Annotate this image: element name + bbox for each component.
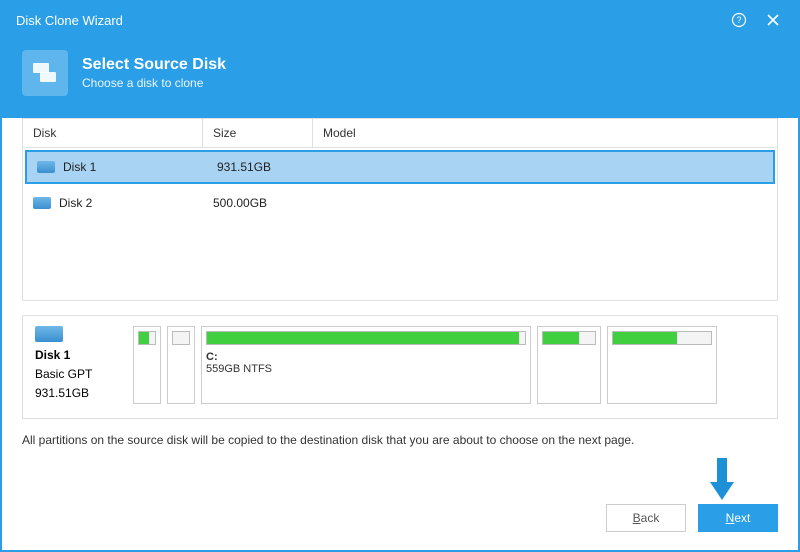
table-row[interactable]: Disk 2 500.00GB xyxy=(23,186,777,220)
disk-icon xyxy=(35,326,63,342)
partition-panel: Disk 1 Basic GPT 931.51GB C:559GB NTFS xyxy=(22,315,778,419)
table-row[interactable]: Disk 1 931.51GB xyxy=(25,150,775,184)
table-body: Disk 1 931.51GB Disk 2 500.00GB xyxy=(23,150,777,300)
partition[interactable] xyxy=(607,326,717,404)
partition[interactable]: C:559GB NTFS xyxy=(201,326,531,404)
footer: Back Next xyxy=(2,488,798,550)
svg-text:?: ? xyxy=(736,15,741,25)
disk-name-cell: Disk 2 xyxy=(59,196,92,210)
disk-table: Disk Size Model Disk 1 931.51GB Disk 2 5… xyxy=(22,118,778,301)
disk-clone-icon xyxy=(22,50,68,96)
window-title: Disk Clone Wizard xyxy=(16,13,123,28)
hint-text: All partitions on the source disk will b… xyxy=(22,433,778,447)
disk-icon xyxy=(37,161,55,173)
titlebar: Disk Clone Wizard ? xyxy=(2,2,798,38)
header-title: Select Source Disk xyxy=(82,56,226,74)
back-button[interactable]: Back xyxy=(606,504,686,532)
col-header-model[interactable]: Model xyxy=(313,119,777,147)
detail-disk-type: Basic GPT xyxy=(35,365,125,384)
disk-size-cell: 931.51GB xyxy=(207,160,317,174)
wizard-window: Disk Clone Wizard ? Select Source Disk C… xyxy=(0,0,800,552)
disk-size-cell: 500.00GB xyxy=(203,196,313,210)
partition-label: C: xyxy=(206,351,526,363)
help-icon[interactable]: ? xyxy=(728,9,750,31)
next-button[interactable]: Next xyxy=(698,504,778,532)
partition-sub: 559GB NTFS xyxy=(206,363,526,375)
partition[interactable] xyxy=(537,326,601,404)
detail-disk-size: 931.51GB xyxy=(35,384,125,403)
partition[interactable] xyxy=(133,326,161,404)
close-icon[interactable] xyxy=(762,9,784,31)
disk-detail-info: Disk 1 Basic GPT 931.51GB xyxy=(35,326,125,404)
col-header-size[interactable]: Size xyxy=(203,119,313,147)
disk-name-cell: Disk 1 xyxy=(63,160,96,174)
partition[interactable] xyxy=(167,326,195,404)
disk-icon xyxy=(33,197,51,209)
wizard-header: Select Source Disk Choose a disk to clon… xyxy=(2,38,798,118)
col-header-disk[interactable]: Disk xyxy=(23,119,203,147)
detail-disk-name: Disk 1 xyxy=(35,346,125,365)
header-subtitle: Choose a disk to clone xyxy=(82,76,226,90)
table-header: Disk Size Model xyxy=(23,119,777,148)
partition-list: C:559GB NTFS xyxy=(133,326,765,404)
